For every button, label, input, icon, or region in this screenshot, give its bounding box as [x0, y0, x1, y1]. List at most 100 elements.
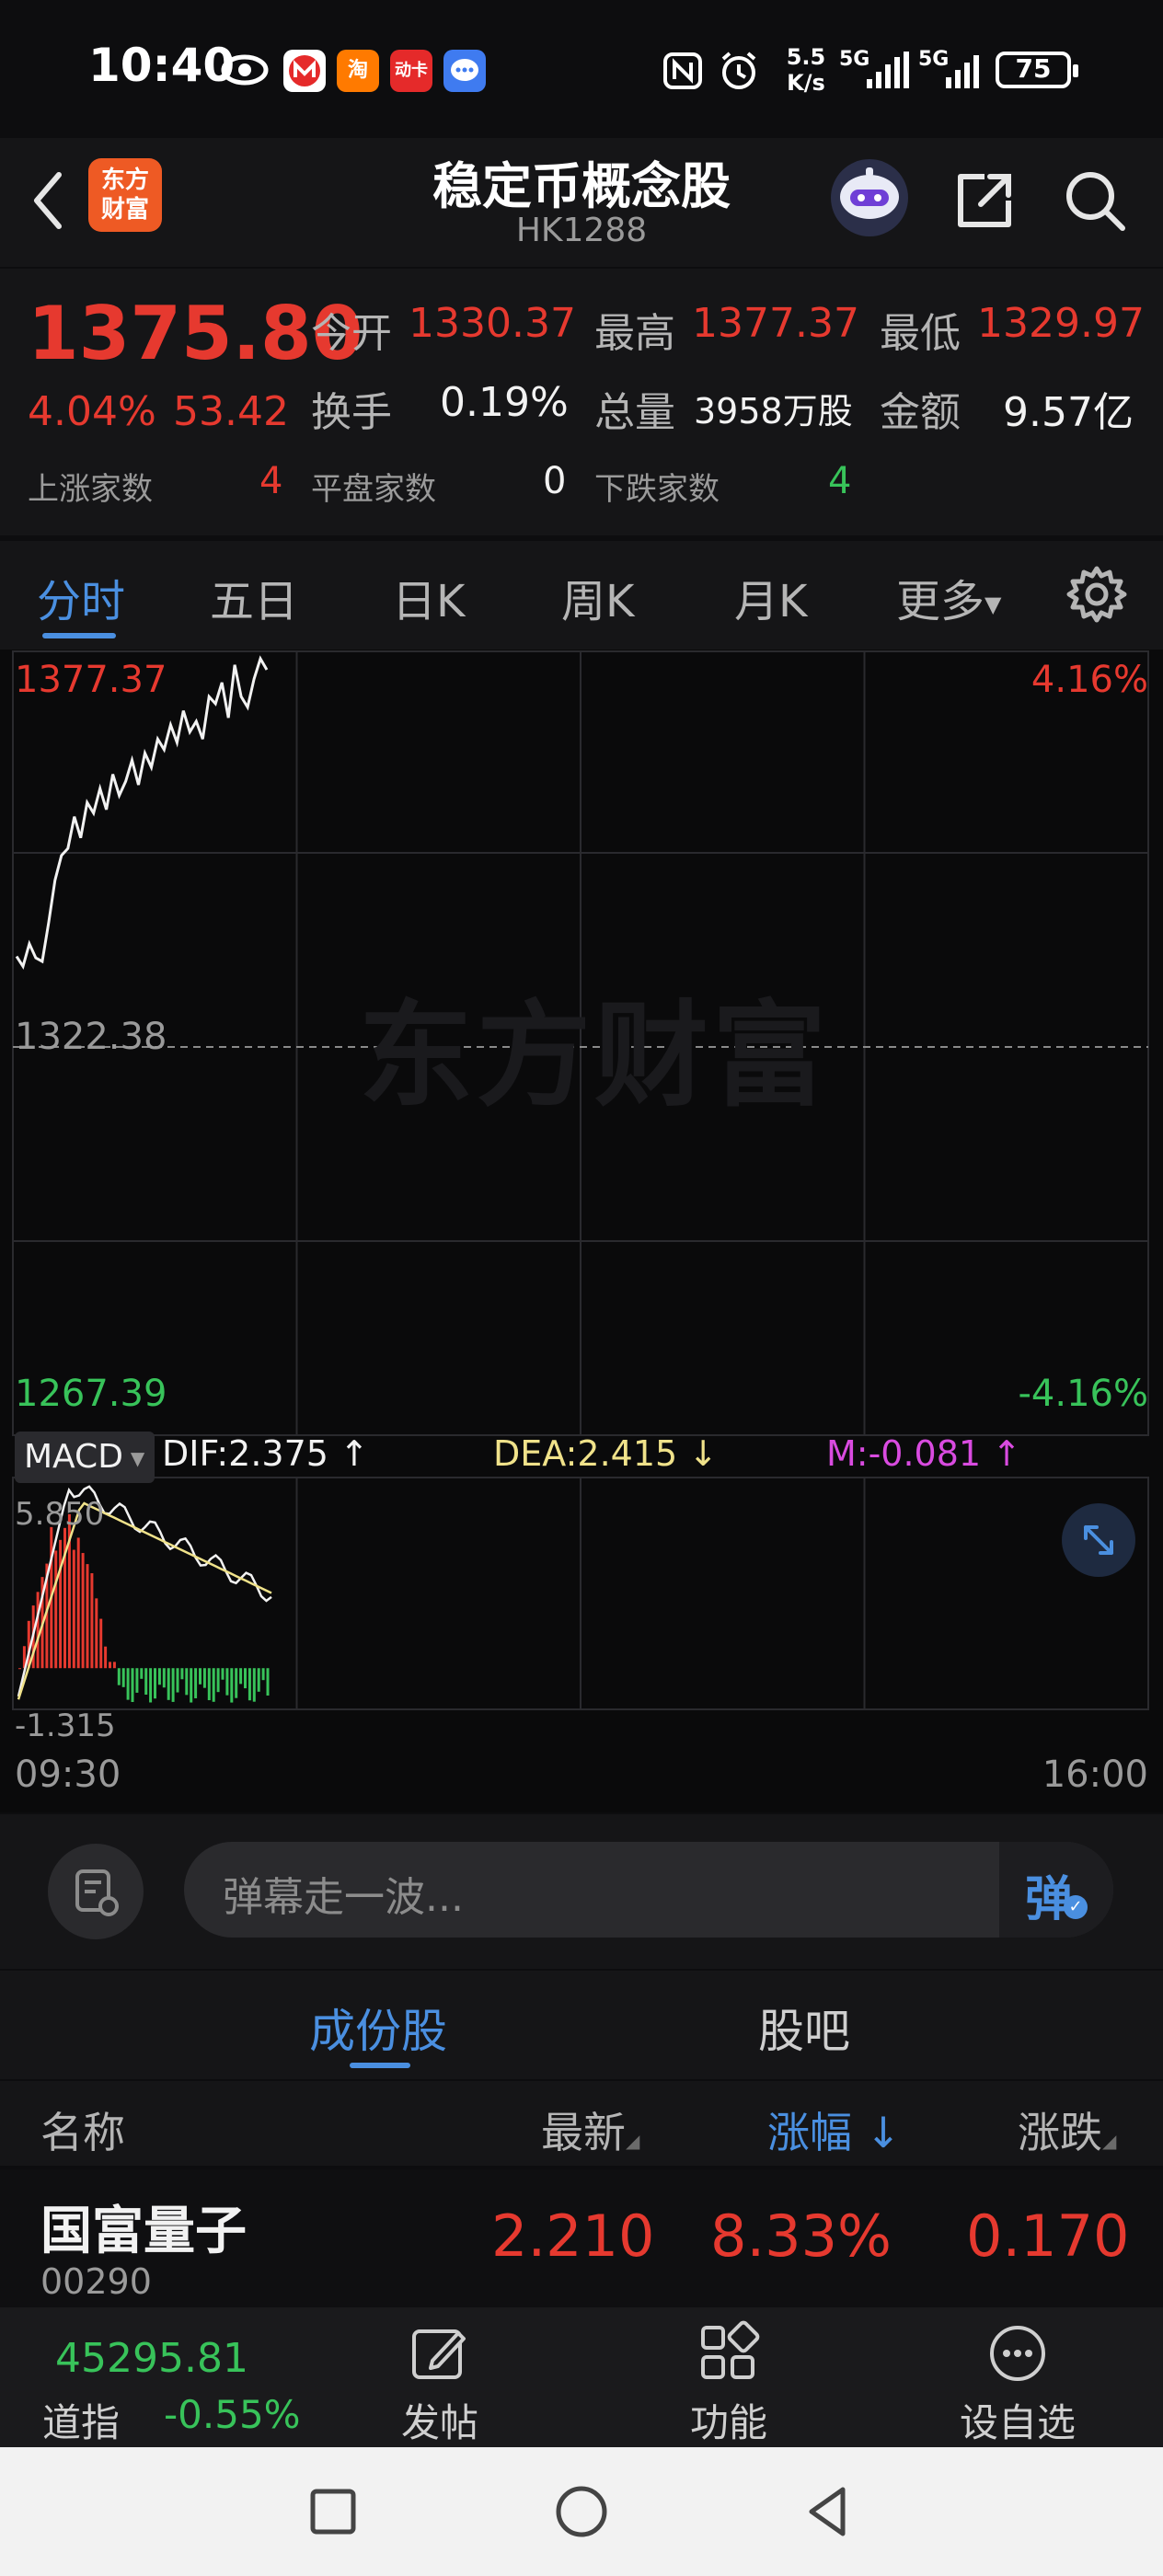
index-value: 45295.81: [55, 2335, 248, 2382]
nfc-icon: [662, 52, 703, 94]
macd-bar: [154, 1668, 156, 1698]
index-pct: -0.55%: [164, 2392, 301, 2437]
low-value: 1329.97: [977, 300, 1145, 347]
macd-bar: [213, 1668, 215, 1702]
macd-bar: [99, 1619, 102, 1669]
share-icon[interactable]: [948, 164, 1021, 237]
net-speed: 5.5 K/s: [778, 44, 834, 96]
search-icon[interactable]: [1058, 164, 1132, 237]
macd-bar: [104, 1647, 107, 1669]
signal-icon-2: 5G: [918, 50, 986, 96]
up-count-label: 上涨家数: [28, 464, 153, 509]
tab-more[interactable]: 更多▼: [896, 565, 1001, 629]
macd-bar: [253, 1668, 256, 1701]
danmaku-placeholder: 弹幕走一波...: [223, 1864, 464, 1923]
tab-intraday[interactable]: 分时: [37, 565, 125, 629]
macd-bar: [167, 1668, 170, 1700]
macd-bar: [37, 1592, 40, 1668]
robot-assistant-icon[interactable]: [828, 156, 911, 239]
watermark: 东方财富: [359, 962, 830, 1128]
grid-icon: [696, 2320, 762, 2386]
y-axis-mid-label: 1322.38: [15, 1016, 167, 1058]
table-row[interactable]: 国富量子 00290 2.210 8.33% 0.170: [0, 2169, 1163, 2307]
volume-value: 3958万股: [694, 383, 853, 433]
macd-bar: [113, 1662, 116, 1668]
gear-icon[interactable]: [1064, 561, 1130, 627]
post-button[interactable]: 发帖: [348, 2307, 532, 2447]
macd-bar: [267, 1668, 270, 1696]
sort-icon: ◢: [1102, 2130, 1116, 2152]
recents-button[interactable]: [305, 2484, 361, 2539]
y-axis-bottom-label: 1267.39: [15, 1373, 167, 1415]
more-dots-icon: [985, 2320, 1051, 2386]
column-name: 名称: [40, 2099, 125, 2160]
pct-axis-bottom-label: -4.16%: [1018, 1373, 1148, 1415]
macd-bar: [90, 1573, 93, 1668]
danmaku-input[interactable]: 弹幕走一波... 弹 ✓: [184, 1842, 1113, 1938]
macd-selector[interactable]: MACD ▼: [15, 1432, 155, 1483]
macd-bar: [122, 1668, 125, 1687]
status-time: 10:40: [88, 39, 235, 92]
macd-bar: [239, 1668, 242, 1684]
macd-bar: [82, 1553, 85, 1668]
sort-icon: ◢: [626, 2130, 639, 2152]
flat-count: 0: [543, 460, 566, 502]
macd-bar: [225, 1668, 228, 1695]
alarm-icon: [718, 50, 760, 96]
caret-down-icon: ▼: [985, 592, 1001, 617]
change-pct: 4.04%: [28, 388, 156, 435]
flat-count-label: 平盘家数: [311, 464, 436, 509]
metro-app-icon: [283, 50, 326, 92]
component-tabs: 成份股 股吧: [0, 1971, 1163, 2079]
intraday-chart[interactable]: [0, 650, 1163, 1812]
caret-down-icon: ▼: [131, 1447, 144, 1469]
tab-constituents[interactable]: 成份股: [309, 1995, 447, 2061]
functions-button[interactable]: 功能: [637, 2307, 821, 2447]
turnover-label: 换手: [311, 379, 392, 438]
add-watchlist-button[interactable]: 设自选: [926, 2307, 1110, 2447]
macd-bar: [140, 1668, 143, 1679]
macd-bar: [248, 1668, 251, 1700]
volume-label: 总量: [594, 379, 675, 438]
macd-bar: [144, 1668, 147, 1695]
back-nav-button[interactable]: [799, 2482, 858, 2541]
tab-stock-forum[interactable]: 股吧: [758, 1995, 850, 2061]
time-start-label: 09:30: [15, 1754, 121, 1796]
amount-value: 9.57亿: [1003, 379, 1134, 438]
dea-readout: DEA:2.415 ↓: [493, 1433, 718, 1474]
macd-bar: [217, 1668, 220, 1692]
danmaku-settings-button[interactable]: [48, 1844, 144, 1939]
macd-bar: [77, 1537, 80, 1668]
column-chg[interactable]: 涨跌◢: [1018, 2099, 1116, 2160]
high-value: 1377.37: [692, 300, 859, 347]
high-label: 最高: [594, 300, 675, 359]
up-count: 4: [259, 460, 282, 502]
danmaku-toggle-button[interactable]: 弹 ✓: [999, 1842, 1113, 1938]
sort-desc-icon: ↓: [852, 2108, 901, 2157]
macd-bar: [118, 1668, 121, 1685]
stock-pct: 8.33%: [710, 2202, 892, 2270]
macd-bar: [127, 1668, 130, 1699]
column-pct[interactable]: 涨幅 ↓: [767, 2099, 901, 2160]
eye-icon: [221, 53, 269, 90]
change-amt: 53.42: [173, 388, 289, 435]
chart-area[interactable]: 1377.37 4.16% 1322.38 1267.39 -4.16% 东方财…: [0, 650, 1163, 1812]
expand-chart-button[interactable]: [1062, 1503, 1135, 1577]
tab-five-day[interactable]: 五日: [210, 565, 298, 629]
macd-bar: [235, 1668, 237, 1697]
tab-weekly-k[interactable]: 周K: [561, 565, 634, 629]
arrow-up-icon: ↑: [328, 1433, 369, 1474]
column-last[interactable]: 最新◢: [541, 2099, 639, 2160]
home-button[interactable]: [552, 2482, 611, 2541]
macd-bar: [95, 1598, 98, 1668]
macd-bar: [163, 1668, 166, 1687]
chart-tabs: 分时 五日 日K 周K 月K 更多▼: [0, 541, 1163, 650]
stock-name: 国富量子: [40, 2190, 247, 2264]
macd-bar: [177, 1668, 179, 1692]
tab-monthly-k[interactable]: 月K: [734, 565, 807, 629]
macd-bar: [172, 1668, 175, 1702]
index-ticker[interactable]: 45295.81 道指 -0.55%: [0, 2307, 331, 2447]
y-axis-top-label: 1377.37: [15, 659, 167, 701]
tab-active-underline: [42, 633, 116, 638]
tab-daily-k[interactable]: 日K: [392, 565, 465, 629]
